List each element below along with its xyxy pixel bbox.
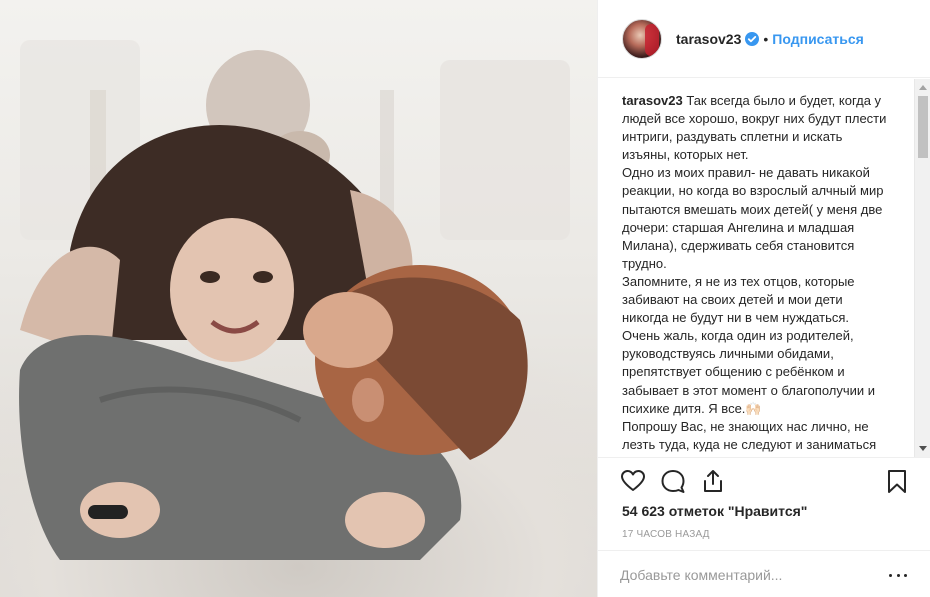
share-icon[interactable] (700, 468, 726, 494)
scroll-down-arrow-icon[interactable] (919, 446, 927, 451)
heart-icon[interactable] (620, 468, 646, 494)
dot-icon (889, 573, 892, 577)
caption-area[interactable]: tarasov23 Так всегда было и будет, когда… (598, 79, 930, 457)
comment-icon[interactable] (660, 468, 686, 494)
post-sidebar: tarasov23 • Подписаться tarasov23 Так вс… (597, 0, 930, 597)
dot-icon (904, 573, 907, 577)
author-username[interactable]: tarasov23 (676, 31, 741, 47)
photo-illustration (19, 40, 570, 560)
scroll-thumb[interactable] (918, 96, 928, 158)
caption-username[interactable]: tarasov23 (622, 93, 683, 108)
avatar[interactable] (622, 18, 662, 59)
scroll-up-arrow-icon[interactable] (919, 85, 927, 90)
post-photo[interactable] (0, 0, 597, 597)
comment-input[interactable] (620, 565, 880, 585)
separator-dot: • (763, 30, 769, 47)
caption: tarasov23 Так всегда было и будет, когда… (622, 92, 892, 457)
follow-button[interactable]: Подписаться (772, 31, 864, 47)
post-timestamp[interactable]: 17 часов назад (622, 529, 710, 540)
post-header: tarasov23 • Подписаться (598, 0, 930, 78)
caption-scrollbar[interactable] (914, 79, 930, 457)
likes-count[interactable]: 54 623 отметок "Нравится" (622, 503, 807, 519)
post-actions: 54 623 отметок "Нравится" 17 часов назад (598, 457, 930, 597)
dot-icon (896, 573, 900, 577)
action-icons (620, 468, 912, 494)
comment-box (598, 550, 930, 597)
more-options-icon[interactable] (889, 568, 907, 582)
bookmark-icon[interactable] (884, 468, 910, 494)
caption-text: Так всегда было и будет, когда у людей в… (622, 93, 887, 457)
verified-badge-icon (745, 31, 760, 46)
